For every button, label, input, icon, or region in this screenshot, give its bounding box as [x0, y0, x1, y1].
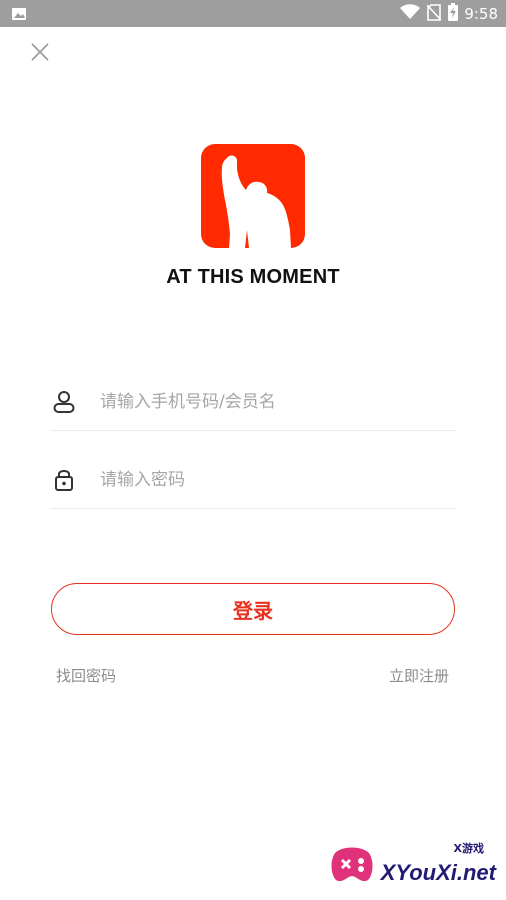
app-logo	[201, 144, 305, 248]
username-input[interactable]	[98, 371, 452, 433]
wifi-icon	[400, 4, 421, 24]
watermark: X游戏 XYouXi.net	[330, 836, 500, 892]
close-button[interactable]	[29, 41, 51, 63]
status-time: 9:58	[464, 5, 498, 23]
status-bar: 9:58	[0, 0, 506, 27]
user-icon	[52, 390, 76, 414]
close-icon	[31, 43, 49, 61]
gamepad-logo-icon	[331, 847, 373, 882]
forgot-password-link[interactable]: 找回密码	[56, 665, 116, 686]
watermark-text: XYouXi.net	[380, 860, 496, 885]
password-field-row	[50, 449, 456, 511]
image-icon	[11, 6, 27, 22]
password-input[interactable]	[98, 449, 452, 511]
watermark-small-text: X游戏	[453, 842, 484, 855]
divider	[50, 430, 456, 431]
login-button[interactable]: 登录	[51, 583, 455, 635]
app-title: AT THIS MOMENT	[166, 266, 340, 288]
register-link[interactable]: 立即注册	[389, 665, 449, 686]
username-field-row	[50, 371, 456, 433]
divider	[50, 508, 456, 509]
no-sim-icon	[426, 3, 442, 25]
battery-charging-icon	[448, 3, 459, 25]
lock-icon	[52, 467, 76, 491]
